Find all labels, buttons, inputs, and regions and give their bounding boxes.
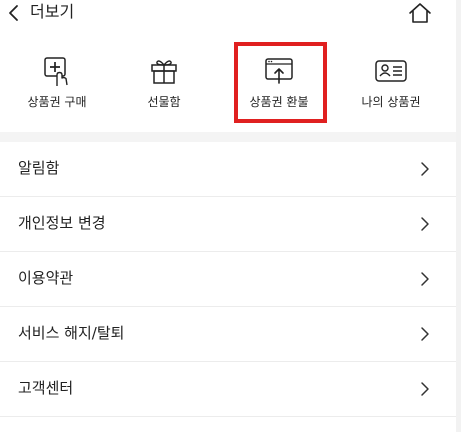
quick-item-label: 상품권 환불 [249, 95, 309, 109]
menu-item-cancel-withdraw[interactable]: 서비스 해지/탈퇴 [0, 307, 456, 362]
menu-item-customer-center[interactable]: 고객센터 [0, 362, 456, 417]
menu-item-label: 알림함 [18, 159, 60, 177]
chevron-right-icon [421, 382, 429, 396]
app-header: 더보기 [0, 0, 456, 30]
chevron-right-icon [421, 272, 429, 286]
chevron-right-icon [421, 327, 429, 341]
menu-item-notifications[interactable]: 알림함 [0, 142, 456, 197]
quick-item-refund-voucher[interactable]: 상품권 환불 [222, 42, 336, 126]
quick-item-label: 나의 상품권 [361, 95, 421, 109]
menu-item-label: 이용약관 [18, 269, 74, 287]
more-screen: 더보기 상품권 구매 선물함 상품권 환불 나의 상품권 알림함 개인정보 변경… [0, 0, 456, 432]
menu-item-label: 고객센터 [18, 379, 74, 397]
home-icon [409, 3, 431, 23]
menu-item-edit-personal-info[interactable]: 개인정보 변경 [0, 197, 456, 252]
settings-menu: 알림함 개인정보 변경 이용약관 서비스 해지/탈퇴 고객센터 [0, 142, 456, 417]
menu-item-label: 개인정보 변경 [18, 214, 106, 232]
quick-item-purchase-voucher[interactable]: 상품권 구매 [0, 42, 114, 126]
back-button[interactable] [4, 2, 24, 24]
quick-item-gift-box[interactable]: 선물함 [107, 42, 221, 126]
gift-icon [151, 60, 177, 84]
refund-voucher-icon [265, 58, 293, 84]
quick-item-label: 상품권 구매 [27, 95, 87, 109]
menu-item-terms-of-use[interactable]: 이용약관 [0, 252, 456, 307]
quick-item-my-voucher[interactable]: 나의 상품권 [334, 42, 448, 126]
menu-item-label: 서비스 해지/탈퇴 [18, 324, 125, 342]
home-button[interactable] [406, 0, 434, 26]
page-title: 더보기 [30, 2, 75, 21]
chevron-right-icon [421, 217, 429, 231]
section-divider [0, 132, 456, 142]
purchase-voucher-icon [44, 57, 68, 86]
quick-item-label: 선물함 [147, 95, 181, 109]
my-voucher-card-icon [375, 60, 407, 82]
chevron-right-icon [421, 162, 429, 176]
quick-menu: 상품권 구매 선물함 상품권 환불 나의 상품권 [0, 42, 456, 126]
chevron-left-icon [9, 5, 18, 21]
